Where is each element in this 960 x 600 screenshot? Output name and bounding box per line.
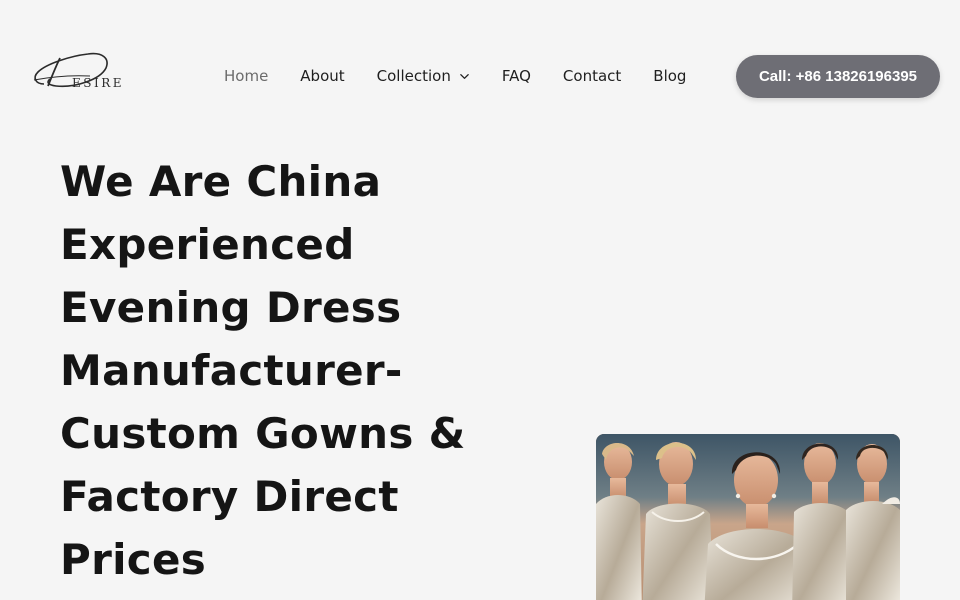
call-button[interactable]: Call: +86 13826196395 xyxy=(736,55,940,98)
nav-blog[interactable]: Blog xyxy=(637,62,702,90)
hero-heading-line: Factory Direct xyxy=(60,472,399,521)
nav-collection[interactable]: Collection xyxy=(361,62,486,90)
nav-home[interactable]: Home xyxy=(208,62,284,90)
site-logo[interactable]: ESIRE xyxy=(30,44,134,94)
nav-collection-label: Collection xyxy=(376,67,451,85)
chevron-down-icon xyxy=(460,73,469,79)
hero-heading-line: Manufacturer- xyxy=(60,346,403,395)
hero-heading: We Are China Experienced Evening Dress M… xyxy=(60,150,530,591)
nav-blog-label: Blog xyxy=(653,67,687,85)
nav-home-label: Home xyxy=(224,67,269,85)
hero-image xyxy=(596,434,900,600)
main-nav: Home About Collection FAQ Contact Blog xyxy=(208,62,702,90)
hero-heading-line: We Are China xyxy=(60,157,382,206)
svg-text:ESIRE: ESIRE xyxy=(72,76,124,90)
hero-heading-line: Prices xyxy=(60,535,207,584)
hero-heading-line: Experienced xyxy=(60,220,355,269)
nav-contact[interactable]: Contact xyxy=(547,62,637,90)
hero-heading-line: Custom Gowns & xyxy=(60,409,466,458)
nav-about[interactable]: About xyxy=(284,62,360,90)
nav-contact-label: Contact xyxy=(562,67,622,85)
site-header: ESIRE Home About Collection FAQ Contact xyxy=(0,0,960,150)
hero-photo xyxy=(596,434,900,600)
nav-about-label: About xyxy=(300,67,345,85)
desire-logo-icon: ESIRE xyxy=(33,52,124,90)
nav-faq[interactable]: FAQ xyxy=(486,62,547,90)
page: ESIRE Home About Collection FAQ Contact xyxy=(0,0,960,600)
nav-faq-label: FAQ xyxy=(501,67,531,85)
hero-heading-line: Evening Dress xyxy=(60,283,402,332)
